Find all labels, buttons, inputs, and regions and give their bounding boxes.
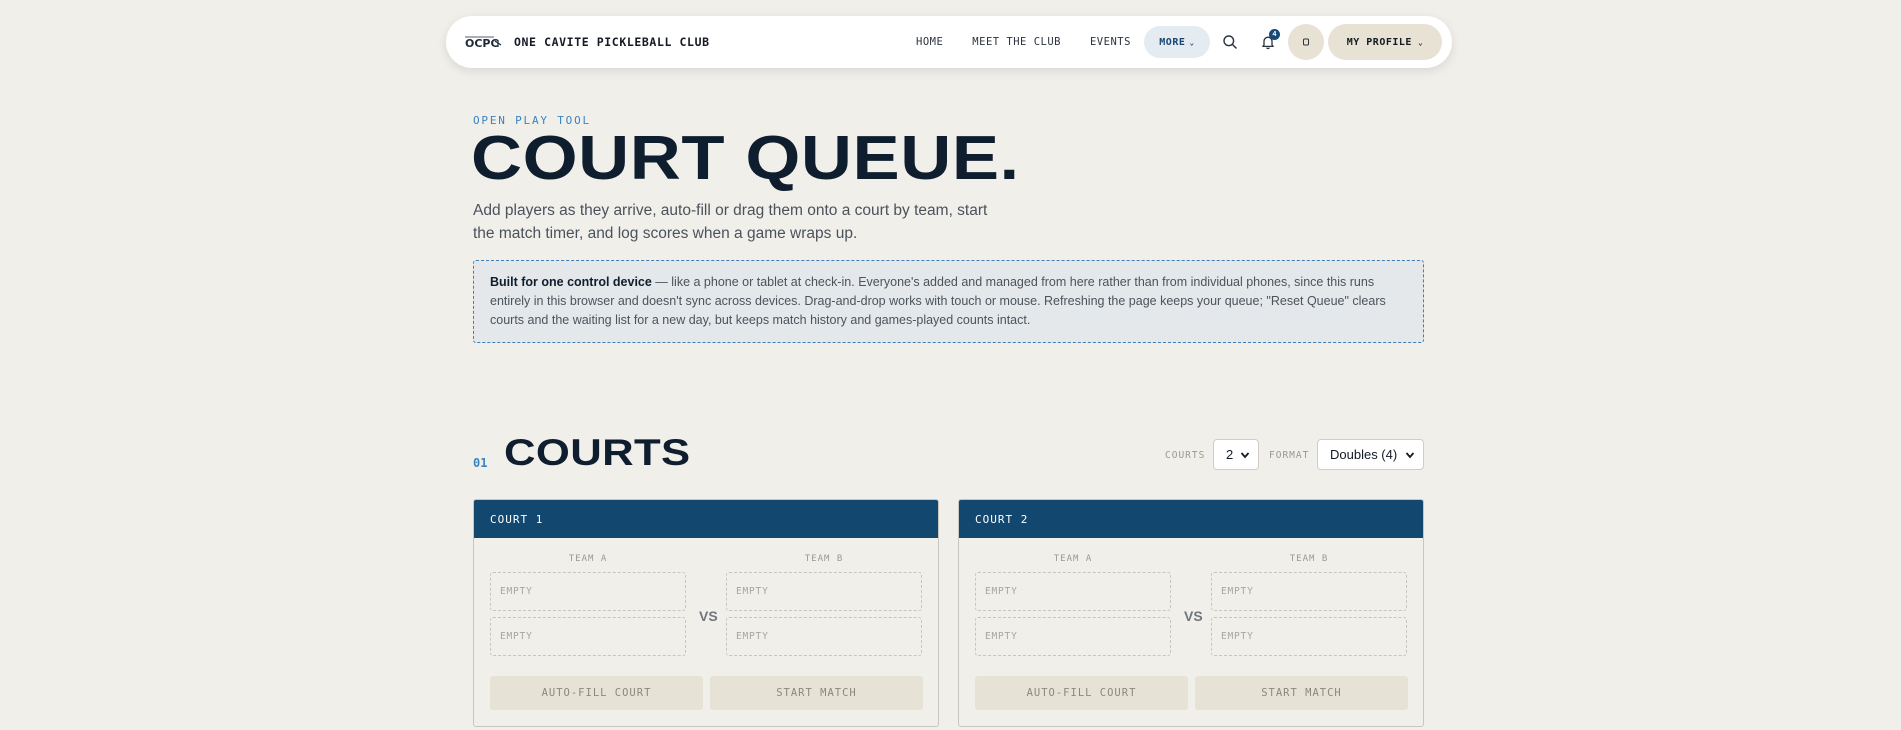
team-b-label: TEAM B <box>1289 554 1329 564</box>
top-navbar: OCPC ONE CAVITE PICKLEBALL CLUB HOME MEE… <box>446 16 1452 68</box>
search-icon <box>1223 35 1237 49</box>
page-title: COURT QUEUE. <box>471 124 1020 193</box>
nav-link-home[interactable]: HOME <box>916 36 943 48</box>
team-b-slot-2[interactable]: EMPTY <box>1211 617 1407 656</box>
nav-link-meet-the-club[interactable]: MEET THE CLUB <box>972 36 1061 48</box>
nav-link-events[interactable]: EVENTS <box>1090 36 1131 48</box>
brand-name: ONE CAVITE PICKLEBALL CLUB <box>514 35 710 49</box>
team-a-slot-2[interactable]: EMPTY <box>490 617 686 656</box>
courts-count-value: 2 <box>1226 447 1234 462</box>
team-b-slot-2[interactable]: EMPTY <box>726 617 922 656</box>
team-a-label: TEAM A <box>568 554 608 564</box>
avatar-button[interactable] <box>1288 24 1324 60</box>
format-label: FORMAT <box>1269 450 1310 461</box>
search-button[interactable] <box>1218 30 1242 54</box>
notice-bold: Built for one control device <box>490 275 652 289</box>
team-a-slot-1[interactable]: EMPTY <box>975 572 1171 611</box>
team-a-slot-2[interactable]: EMPTY <box>975 617 1171 656</box>
club-logo: OCPC <box>465 36 502 50</box>
notifications-button[interactable]: 4 <box>1256 29 1280 54</box>
format-select[interactable]: Doubles (4) <box>1317 439 1424 470</box>
vs-label: VS <box>699 608 718 624</box>
brand[interactable]: OCPC ONE CAVITE PICKLEBALL CLUB <box>464 32 710 52</box>
start-match-button[interactable]: START MATCH <box>710 676 923 710</box>
hero-description: Add players as they arrive, auto-fill or… <box>473 202 988 242</box>
more-label: MORE <box>1159 36 1186 48</box>
auto-fill-court-button[interactable]: AUTO-FILL COURT <box>975 676 1188 710</box>
court-header: COURT 2 <box>959 500 1423 538</box>
court-name: COURT 2 <box>975 512 1029 526</box>
court-card-1: COURT 1 TEAM A TEAM B EMPTY EMPTY VS EMP… <box>473 499 939 727</box>
courts-count-select[interactable]: 2 <box>1213 439 1259 470</box>
chevron-down-icon: ⌄ <box>1417 37 1424 47</box>
more-menu-button[interactable]: MORE ⌄ <box>1144 26 1210 58</box>
user-icon <box>1303 38 1309 46</box>
my-profile-button[interactable]: MY PROFILE ⌄ <box>1328 24 1442 60</box>
team-b-label: TEAM B <box>804 554 844 564</box>
chevron-down-icon: ⌄ <box>1189 37 1195 47</box>
notification-count-badge: 4 <box>1269 29 1280 40</box>
profile-label: MY PROFILE <box>1346 36 1412 48</box>
court-header: COURT 1 <box>474 500 938 538</box>
team-a-slot-1[interactable]: EMPTY <box>490 572 686 611</box>
format-value: Doubles (4) <box>1330 447 1398 462</box>
team-a-label: TEAM A <box>1053 554 1093 564</box>
court-name: COURT 1 <box>490 512 544 526</box>
nav-links: HOME MEET THE CLUB EVENTS <box>916 16 1160 68</box>
team-b-slot-1[interactable]: EMPTY <box>1211 572 1407 611</box>
control-device-notice: Built for one control device — like a ph… <box>473 260 1424 343</box>
auto-fill-court-button[interactable]: AUTO-FILL COURT <box>490 676 703 710</box>
team-b-slot-1[interactable]: EMPTY <box>726 572 922 611</box>
chevron-down-icon <box>1240 451 1250 458</box>
vs-label: VS <box>1184 608 1203 624</box>
section-number: 01 <box>473 456 488 470</box>
chevron-down-icon <box>1405 451 1415 458</box>
start-match-button[interactable]: START MATCH <box>1195 676 1408 710</box>
section-title: COURTS <box>504 432 691 473</box>
logo-text: OCPC <box>465 37 499 50</box>
court-card-2: COURT 2 TEAM A TEAM B EMPTY EMPTY VS EMP… <box>958 499 1424 727</box>
courts-count-label: COURTS <box>1165 450 1206 461</box>
